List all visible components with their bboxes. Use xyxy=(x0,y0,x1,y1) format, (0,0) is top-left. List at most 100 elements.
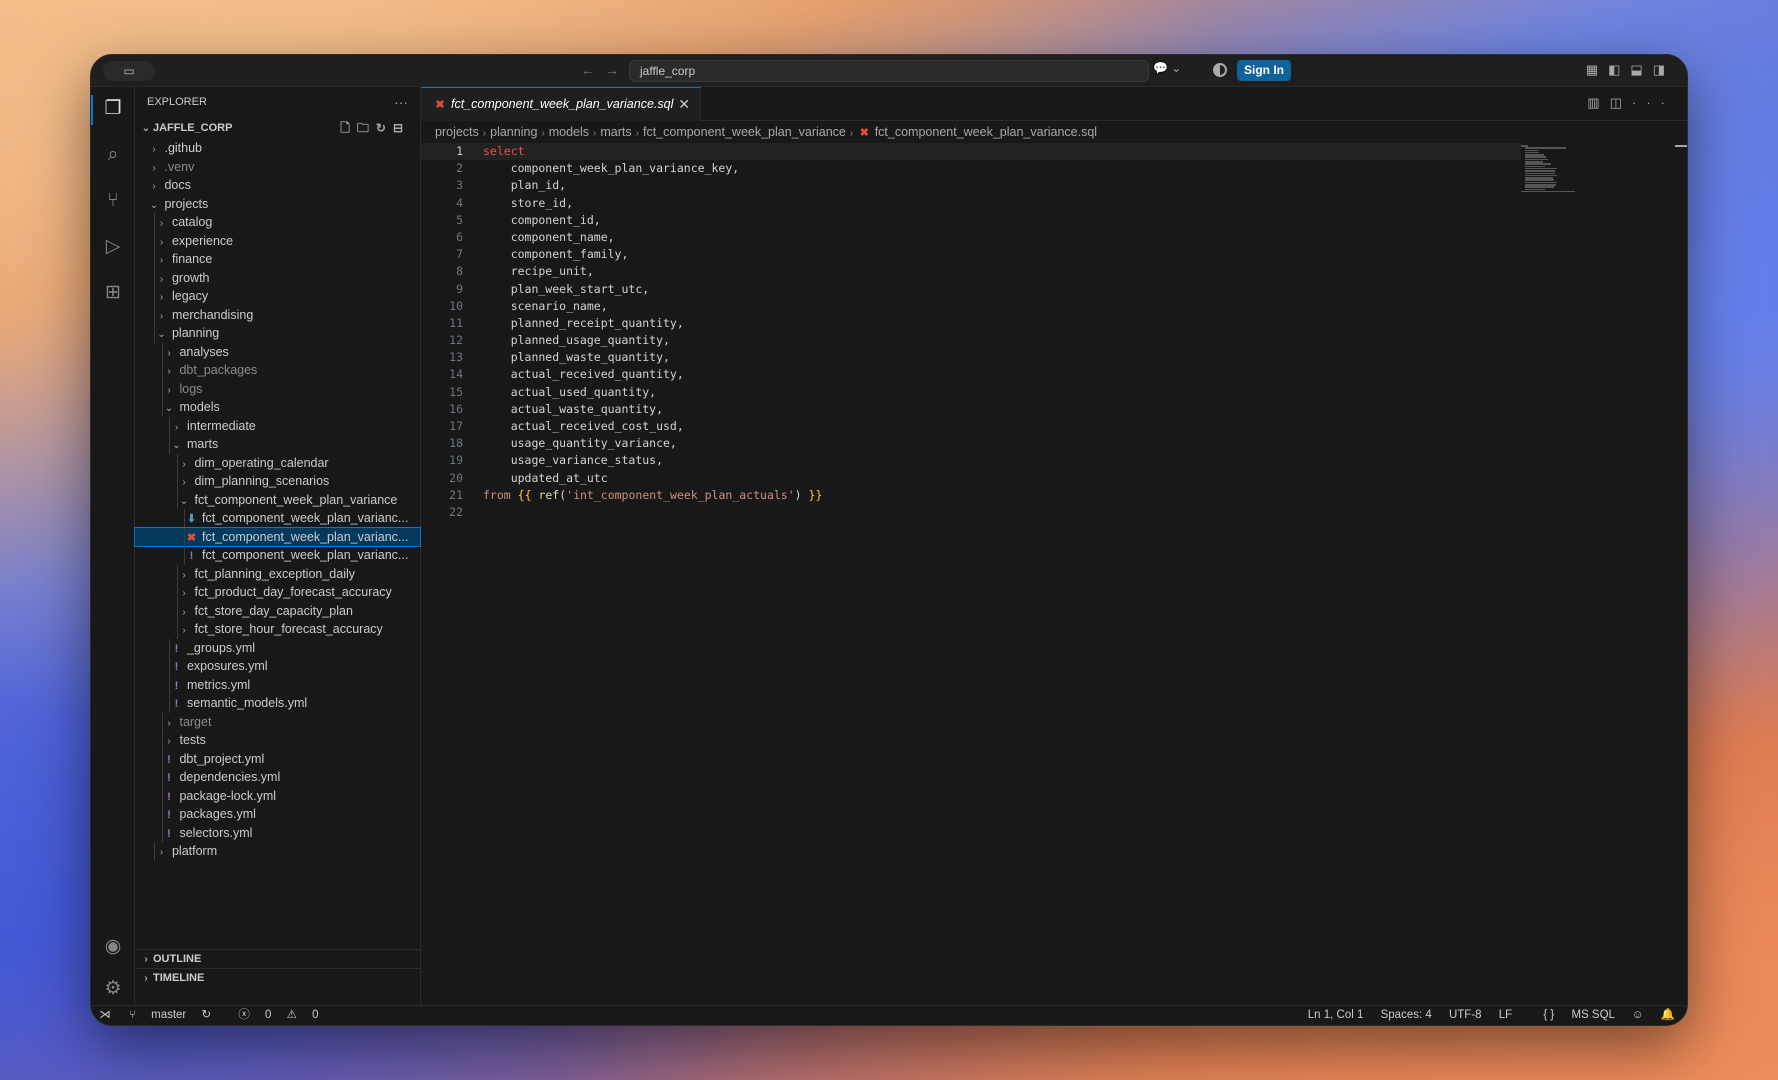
toggle-panel-icon[interactable]: ⬓ xyxy=(1630,62,1652,77)
new-file-icon[interactable]: 🗋 xyxy=(340,121,357,135)
extensions-icon[interactable]: ⊞ xyxy=(101,281,125,305)
tree-folder[interactable]: › dbt_packages xyxy=(135,361,420,380)
tree-file[interactable]: ! metrics.yml xyxy=(135,675,420,694)
code-line[interactable]: 5 component_id, xyxy=(421,212,1521,229)
forward-arrow-icon[interactable]: → xyxy=(605,62,619,78)
tree-file[interactable]: ✖ fct_component_week_plan_varianc... xyxy=(134,526,421,547)
code-line[interactable]: 3 plan_id, xyxy=(421,177,1521,194)
code-line[interactable]: 21 from {{ ref('int_component_week_plan_a… xyxy=(421,487,1521,504)
workspace-root[interactable]: ⌄ JAFFLE_CORP 🗋🗀↻⊟ xyxy=(135,117,420,139)
problems-indicator[interactable]: ⓧ 0 ⚠ 0 xyxy=(238,1009,330,1021)
code-line[interactable]: 8 recipe_unit, xyxy=(421,263,1521,280)
breadcrumb-file[interactable]: fct_component_week_plan_variance.sql xyxy=(871,125,1097,139)
copilot-icon[interactable]: ☺ xyxy=(1632,1009,1644,1021)
encoding[interactable]: UTF-8 xyxy=(1449,1009,1482,1021)
copilot-chat-icon[interactable]: 💬 ⌄ xyxy=(1153,61,1181,75)
tree-file[interactable]: ! fct_component_week_plan_varianc... xyxy=(135,546,420,565)
source-control-icon[interactable]: ⑂ xyxy=(101,189,125,213)
breadcrumb-segment[interactable]: planning xyxy=(490,125,537,139)
end-of-line[interactable]: LF xyxy=(1499,1009,1512,1021)
account-icon[interactable]: ◉ xyxy=(101,935,125,959)
tree-folder[interactable]: ⌄ fct_component_week_plan_variance xyxy=(135,490,420,509)
tree-folder[interactable]: › dim_planning_scenarios xyxy=(135,472,420,491)
collapse-all-icon[interactable]: ⊟ xyxy=(393,121,410,135)
tree-file[interactable]: ! packages.yml xyxy=(135,805,420,824)
scrollbar-marker[interactable] xyxy=(1675,145,1687,147)
code-line[interactable]: 18 usage_quantity_variance, xyxy=(421,435,1521,452)
customize-layout-icon[interactable]: ▦ xyxy=(1586,62,1608,77)
code-editor[interactable]: 1 select 2 component_week_plan_variance_ke… xyxy=(421,143,1521,521)
code-line[interactable]: 11 planned_receipt_quantity, xyxy=(421,315,1521,332)
branch-indicator[interactable]: ⑂ master ↻ xyxy=(129,1009,223,1021)
code-line[interactable]: 22 xyxy=(421,504,1521,521)
tree-folder[interactable]: ⌄ marts xyxy=(135,435,420,454)
code-line[interactable]: 9 plan_week_start_utc, xyxy=(421,281,1521,298)
cursor-position[interactable]: Ln 1, Col 1 xyxy=(1308,1009,1364,1021)
language-mode[interactable]: { } MS SQL xyxy=(1529,1009,1614,1021)
tree-folder[interactable]: › dim_operating_calendar xyxy=(135,453,420,472)
outline-section[interactable]: › OUTLINE xyxy=(135,949,420,968)
tree-file[interactable]: ! dependencies.yml xyxy=(135,768,420,787)
code-line[interactable]: 2 component_week_plan_variance_key, xyxy=(421,160,1521,177)
tree-file[interactable]: ! package-lock.yml xyxy=(135,786,420,805)
grid-icon[interactable]: ▥ xyxy=(1587,95,1609,110)
code-line[interactable]: 4 store_id, xyxy=(421,195,1521,212)
code-line[interactable]: 1 select xyxy=(421,143,1521,161)
tree-file[interactable]: ! selectors.yml xyxy=(135,823,420,842)
tree-folder[interactable]: › experience xyxy=(135,231,420,250)
back-arrow-icon[interactable]: ← xyxy=(581,62,595,78)
editor-tab-active[interactable]: ✖ fct_component_week_plan_variance.sql ✕ xyxy=(421,87,701,121)
notifications-bell-icon[interactable]: 🔔 xyxy=(1661,1009,1675,1021)
minimap[interactable] xyxy=(1521,145,1581,193)
tree-folder[interactable]: › .github xyxy=(135,139,420,158)
remote-icon[interactable]: ⋊ xyxy=(91,1006,119,1025)
theme-icon[interactable] xyxy=(1213,63,1227,77)
tree-file[interactable]: ! dbt_project.yml xyxy=(135,749,420,768)
close-icon[interactable]: ✕ xyxy=(678,88,690,120)
tree-file[interactable]: ! _groups.yml xyxy=(135,638,420,657)
breadcrumb-segment[interactable]: marts xyxy=(600,125,631,139)
code-line[interactable]: 14 actual_received_quantity, xyxy=(421,366,1521,383)
toggle-secondary-sidebar-icon[interactable]: ◨ xyxy=(1653,62,1675,77)
more-actions-icon[interactable]: ··· xyxy=(1632,95,1675,110)
tree-folder[interactable]: › fct_planning_exception_daily xyxy=(135,564,420,583)
tree-folder[interactable]: › merchandising xyxy=(135,305,420,324)
tree-file[interactable]: ! semantic_models.yml xyxy=(135,694,420,713)
new-folder-icon[interactable]: 🗀 xyxy=(357,121,376,135)
tree-folder[interactable]: › target xyxy=(135,712,420,731)
sign-in-button[interactable]: Sign In xyxy=(1237,60,1291,81)
tree-folder[interactable]: › catalog xyxy=(135,213,420,232)
toggle-sidebar-icon[interactable]: ◧ xyxy=(1608,62,1630,77)
tree-folder[interactable]: › legacy xyxy=(135,287,420,306)
code-line[interactable]: 6 component_name, xyxy=(421,229,1521,246)
tree-folder[interactable]: › docs xyxy=(135,176,420,195)
tree-file[interactable]: ⬇ fct_component_week_plan_varianc... xyxy=(135,509,420,528)
explorer-icon[interactable]: ❐ xyxy=(101,97,125,121)
search-icon[interactable]: ⌕ xyxy=(101,143,125,167)
code-line[interactable]: 15 actual_used_quantity, xyxy=(421,384,1521,401)
refresh-icon[interactable]: ↻ xyxy=(376,121,393,135)
code-line[interactable]: 10 scenario_name, xyxy=(421,298,1521,315)
timeline-section[interactable]: › TIMELINE xyxy=(135,968,420,987)
code-line[interactable]: 7 component_family, xyxy=(421,246,1521,263)
tree-folder[interactable]: ⌄ models xyxy=(135,398,420,417)
breadcrumb-segment[interactable]: models xyxy=(549,125,589,139)
code-line[interactable]: 20 updated_at_utc xyxy=(421,470,1521,487)
code-line[interactable]: 12 planned_usage_quantity, xyxy=(421,332,1521,349)
code-line[interactable]: 13 planned_waste_quantity, xyxy=(421,349,1521,366)
tree-folder[interactable]: › logs xyxy=(135,379,420,398)
tree-folder[interactable]: › fct_store_day_capacity_plan xyxy=(135,601,420,620)
tree-file[interactable]: ! exposures.yml xyxy=(135,657,420,676)
indentation[interactable]: Spaces: 4 xyxy=(1381,1009,1432,1021)
tree-folder[interactable]: ⌄ projects xyxy=(135,195,420,214)
tree-folder[interactable]: › growth xyxy=(135,268,420,287)
tree-folder[interactable]: › platform xyxy=(135,842,420,861)
tree-folder[interactable]: › analyses xyxy=(135,342,420,361)
code-line[interactable]: 19 usage_variance_status, xyxy=(421,452,1521,469)
more-actions-icon[interactable]: ··· xyxy=(394,87,408,117)
tree-folder[interactable]: › fct_store_hour_forecast_accuracy xyxy=(135,620,420,639)
command-center-search[interactable]: jaffle_corp xyxy=(629,60,1149,82)
tree-folder[interactable]: ⌄ planning xyxy=(135,324,420,343)
breadcrumb-segment[interactable]: fct_component_week_plan_variance xyxy=(643,125,846,139)
tree-folder[interactable]: › tests xyxy=(135,731,420,750)
